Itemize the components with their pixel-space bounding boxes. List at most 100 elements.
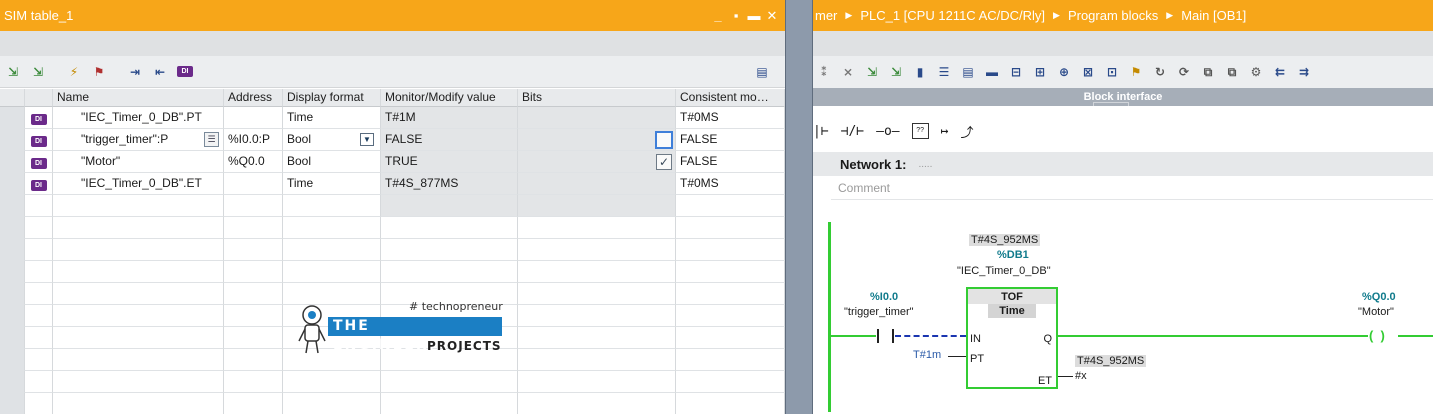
row-consistent[interactable]: T#0MS	[676, 173, 785, 195]
toolbar-icon[interactable]: ▬	[983, 63, 1001, 81]
toolbar-icon[interactable]: ⇲	[887, 63, 905, 81]
tag-list-icon[interactable]: ☰	[204, 132, 219, 147]
modify-checkbox[interactable]	[655, 131, 673, 149]
minimize-icon[interactable]: _	[711, 8, 725, 23]
toolbar-icon[interactable]: ↻	[1151, 63, 1169, 81]
toolbar-icon[interactable]: ⁑	[815, 63, 833, 81]
modify-trigger-icon[interactable]: ⚑	[90, 63, 108, 81]
row-consistent[interactable]: ✓ FALSE	[656, 151, 785, 173]
timer-subtype[interactable]: Time	[988, 304, 1036, 318]
toolbar-icon[interactable]: ⇲	[863, 63, 881, 81]
float-icon[interactable]: ▪	[729, 8, 743, 23]
contact-nc-icon[interactable]: ⊣/⊢	[841, 124, 864, 139]
empty-box-icon[interactable]: ??	[911, 123, 929, 139]
tag-icon[interactable]: DI	[176, 63, 194, 81]
pin-in: IN	[970, 333, 981, 345]
row-name[interactable]: "IEC_Timer_0_DB".ET	[53, 173, 224, 195]
output-address[interactable]: %Q0.0	[1362, 291, 1396, 303]
modify-now-icon[interactable]: ⚡	[65, 63, 83, 81]
empty-row[interactable]	[0, 195, 785, 217]
output-name[interactable]: "Motor"	[1358, 306, 1394, 318]
close-branch-icon[interactable]: ⤴	[960, 122, 973, 141]
sim-table-band	[0, 31, 785, 56]
row-address[interactable]	[224, 107, 283, 129]
col-address[interactable]: Address	[224, 89, 283, 107]
pane-splitter[interactable]	[785, 0, 813, 414]
row-format[interactable]: Bool	[283, 151, 381, 173]
breadcrumb-program-blocks[interactable]: Program blocks	[1068, 8, 1158, 23]
input-name[interactable]: "trigger_timer"	[844, 306, 914, 318]
row-name[interactable]: "Motor"	[53, 151, 224, 173]
table-row[interactable]: DI "IEC_Timer_0_DB".ET Time T#4S_877MS T…	[0, 173, 785, 195]
splitter-grip-icon[interactable]	[1093, 102, 1129, 106]
maximize-icon[interactable]: ▬	[747, 8, 761, 23]
toolbar-icon[interactable]: ⚑	[1127, 63, 1145, 81]
tof-timer-block[interactable]: TOF Time IN PT Q ET	[966, 287, 1058, 389]
pin-q: Q	[1043, 333, 1052, 345]
input-address[interactable]: %I0.0	[870, 291, 898, 303]
chevron-down-icon[interactable]: ▼	[360, 133, 374, 146]
col-consistent[interactable]: Consistent mo…	[676, 89, 785, 107]
col-bits[interactable]: Bits	[518, 89, 676, 107]
table-row[interactable]: DI "Motor" %Q0.0 Bool TRUE ✓ FALSE	[0, 151, 785, 173]
sim-table-titlebar: SIM table_1 _ ▪ ▬ ✕	[0, 0, 785, 31]
empty-row	[0, 261, 785, 283]
toolbar-icon[interactable]: ▮	[911, 63, 929, 81]
toolbar-icon[interactable]: ⊡	[1103, 63, 1121, 81]
table-row[interactable]: DI "trigger_timer":P ☰ %I0.0:P Bool ▼ FA…	[0, 129, 785, 151]
row-address[interactable]	[224, 173, 283, 195]
row-name[interactable]: "trigger_timer":P ☰	[53, 129, 224, 151]
toolbar-icon[interactable]: ⊕	[1055, 63, 1073, 81]
row-consistent[interactable]: FALSE	[655, 129, 785, 151]
toolbar-icon[interactable]: ⧉	[1223, 63, 1241, 81]
contact-no-icon[interactable]: |⊢	[813, 124, 829, 139]
breadcrumb-project[interactable]: mer	[815, 8, 837, 23]
toolbar-icon[interactable]: ▤	[959, 63, 977, 81]
col-name[interactable]: Name	[53, 89, 224, 107]
toolbar-icon[interactable]: ☰	[935, 63, 953, 81]
block-interface-bar[interactable]: Block interface	[813, 88, 1433, 106]
network-comment[interactable]: Comment	[831, 176, 1433, 200]
pt-value[interactable]: T#1m	[913, 349, 941, 361]
coil-icon[interactable]: –o–	[876, 124, 899, 139]
timer-db-name[interactable]: "IEC_Timer_0_DB"	[957, 265, 1051, 277]
et-target[interactable]: #x	[1075, 370, 1087, 382]
close-icon[interactable]: ✕	[765, 8, 779, 23]
pin-et: ET	[1037, 375, 1052, 387]
toolbar-icon[interactable]: ⨯	[839, 63, 857, 81]
row-format[interactable]: Bool ▼	[283, 129, 381, 151]
sim-table-toolbar: ⇲ ⇲ ⚡ ⚑ ⇥ ⇤ DI ▤	[0, 56, 785, 88]
toolbar-icon[interactable]: ⊞	[1031, 63, 1049, 81]
toolbar-icon[interactable]: ⧉	[1199, 63, 1217, 81]
breadcrumb-main[interactable]: Main [OB1]	[1181, 8, 1246, 23]
toolbar-icon[interactable]: ⟳	[1175, 63, 1193, 81]
monitor-once-icon[interactable]: ⇤	[151, 63, 169, 81]
row-name[interactable]: "IEC_Timer_0_DB".PT	[53, 107, 224, 129]
row-format[interactable]: Time	[283, 173, 381, 195]
breadcrumb-plc[interactable]: PLC_1 [CPU 1211C AC/DC/Rly]	[860, 8, 1045, 23]
network-header[interactable]: Network 1: .....	[813, 152, 1433, 176]
col-monitor-modify[interactable]: Monitor/Modify value	[381, 89, 518, 107]
contact-left-bar	[877, 329, 879, 343]
row-address[interactable]: %Q0.0	[224, 151, 283, 173]
network-title-placeholder[interactable]: .....	[918, 159, 932, 170]
toolbar-icon[interactable]: ⊟	[1007, 63, 1025, 81]
toolbar-icon[interactable]: ⚙	[1247, 63, 1265, 81]
row-consistent[interactable]: T#0MS	[676, 107, 785, 129]
coil-icon[interactable]: ( )	[1369, 328, 1385, 343]
modify-checkbox[interactable]: ✓	[656, 154, 672, 170]
table-settings-icon[interactable]: ▤	[753, 63, 771, 81]
col-display-format[interactable]: Display format	[283, 89, 381, 107]
toolbar-icon[interactable]: ⇉	[1295, 63, 1313, 81]
row-address[interactable]: %I0.0:P	[224, 129, 283, 151]
insert-row-icon[interactable]: ⇲	[4, 63, 22, 81]
toolbar-icon[interactable]: ⊠	[1079, 63, 1097, 81]
timer-db-address[interactable]: %DB1	[997, 249, 1029, 261]
row-format[interactable]: Time	[283, 107, 381, 129]
add-row-icon[interactable]: ⇲	[29, 63, 47, 81]
toolbar-icon[interactable]: ⇇	[1271, 63, 1289, 81]
open-branch-icon[interactable]: ↦	[941, 124, 949, 139]
empty-row	[0, 239, 785, 261]
table-row[interactable]: DI "IEC_Timer_0_DB".PT Time T#1M T#0MS	[0, 107, 785, 129]
monitor-all-icon[interactable]: ⇥	[126, 63, 144, 81]
